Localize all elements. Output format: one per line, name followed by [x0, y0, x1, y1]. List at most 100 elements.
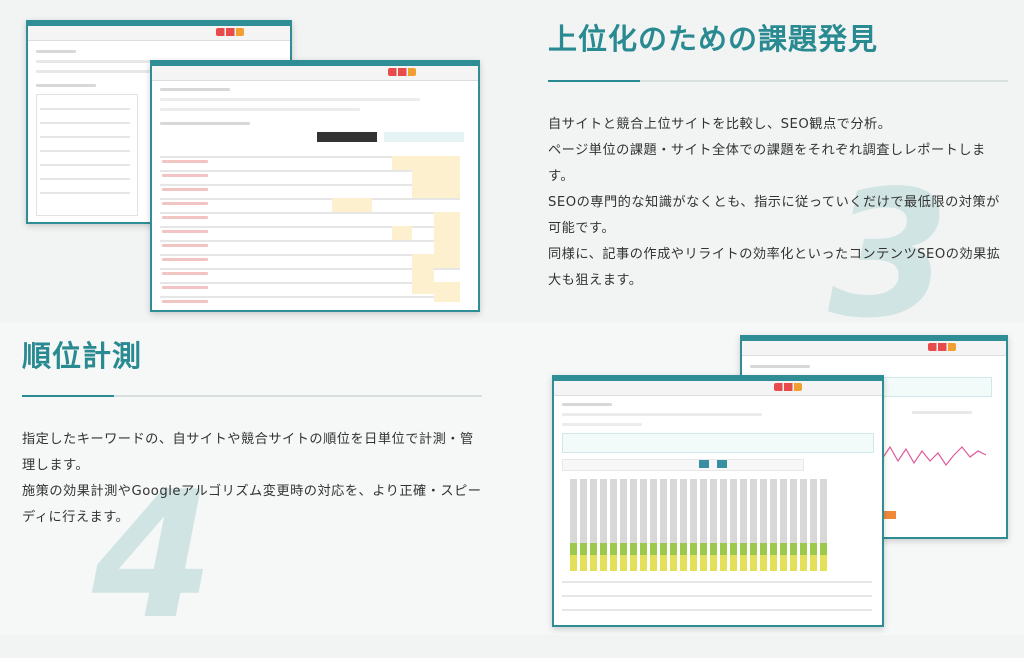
table-row	[160, 240, 460, 242]
section-3-description: 自サイトと競合上位サイトを比較し、SEO観点で分析。 ページ単位の課題・サイト全…	[548, 112, 1006, 294]
chart-bar	[620, 479, 627, 543]
section-3-paragraph: ページ単位の課題・サイト全体での課題をそれぞれ調査しレポートします。	[548, 143, 986, 184]
section-3-paragraph: 同様に、記事の作成やリライトの効率化といったコンテンツSEOの効果拡大も狙えます…	[548, 247, 1001, 288]
chart-bar	[820, 555, 827, 571]
chart-bar	[720, 479, 727, 543]
chart-bar	[690, 479, 697, 543]
chart-bar	[720, 543, 727, 555]
chart-bar	[780, 555, 787, 571]
chart-bar	[700, 543, 707, 555]
chart-bar	[660, 543, 667, 555]
chart-bar	[770, 543, 777, 555]
chart-bar	[730, 555, 737, 571]
section-3-paragraph: 自サイトと競合上位サイトを比較し、SEO観点で分析。	[548, 117, 892, 132]
chart-bar	[660, 555, 667, 571]
chart-bar	[780, 479, 787, 543]
chart-bar	[780, 543, 787, 555]
table-cell	[162, 174, 208, 177]
chart-bar	[730, 479, 737, 543]
chart-bar	[710, 543, 717, 555]
chart-bar	[580, 479, 587, 543]
chart-bar	[760, 543, 767, 555]
table-cell	[162, 230, 208, 233]
section-4-heading: 順位計測	[22, 339, 143, 373]
table-row	[160, 226, 460, 228]
table-cell	[162, 160, 208, 163]
table-row	[160, 296, 460, 298]
section-3-paragraph: SEOの専門的な知識がなくとも、指示に従っていくだけで最低限の対策が可能です。	[548, 195, 1000, 236]
section-3-divider	[548, 80, 1008, 82]
chart-bar	[810, 479, 817, 543]
chart-bar	[750, 479, 757, 543]
table-cell	[162, 202, 208, 205]
chart-bar	[650, 479, 657, 543]
chart-bar	[760, 479, 767, 543]
chart-bar	[820, 543, 827, 555]
table-cell	[162, 216, 208, 219]
chart-bar	[790, 555, 797, 571]
chart-bar	[710, 555, 717, 571]
chart-bar	[610, 479, 617, 543]
chart-bar	[760, 555, 767, 571]
chart-bar	[680, 555, 687, 571]
rank-distribution-chart	[570, 479, 830, 571]
chart-bar	[610, 543, 617, 555]
section-issue-discovery: 3 上位化のための課題発見 自サイトと競合上位サイトを比較し、SEO観点で分析。…	[0, 0, 1024, 343]
chart-bar	[600, 555, 607, 571]
table-cell	[162, 286, 208, 289]
chart-bar	[650, 543, 657, 555]
chart-bar	[720, 555, 727, 571]
chart-bar	[740, 555, 747, 571]
chart-bar	[570, 479, 577, 543]
section-4-divider	[22, 395, 482, 397]
rank-line-chart	[881, 445, 987, 467]
section-4-description: 指定したキーワードの、自サイトや競合サイトの順位を日単位で計測・管理します。 施…	[22, 427, 482, 531]
chart-bar	[590, 555, 597, 571]
chart-bar	[670, 479, 677, 543]
screenshot-analysis-report-front	[150, 60, 480, 312]
chart-bar	[600, 543, 607, 555]
chart-bar	[640, 479, 647, 543]
chart-bar	[730, 543, 737, 555]
chart-bar	[660, 479, 667, 543]
chart-bar	[820, 479, 827, 543]
chart-bar	[750, 543, 757, 555]
chart-bar	[810, 555, 817, 571]
chart-bar	[670, 543, 677, 555]
section-rank-tracking: 4 順位計測 指定したキーワードの、自サイトや競合サイトの順位を日単位で計測・管…	[0, 323, 1024, 644]
chart-bar	[590, 543, 597, 555]
chart-bar	[710, 479, 717, 543]
chart-bar	[680, 543, 687, 555]
table-row	[160, 198, 460, 200]
chart-bar	[580, 555, 587, 571]
chart-bar	[690, 543, 697, 555]
chart-bar	[790, 543, 797, 555]
chart-bar	[770, 555, 777, 571]
chart-bar	[620, 543, 627, 555]
chart-bar	[640, 543, 647, 555]
chart-bar	[620, 555, 627, 571]
section-4-paragraph: 施策の効果計測やGoogleアルゴリズム変更時の対応を、より正確・スピーディに行…	[22, 484, 482, 525]
chart-bar	[610, 555, 617, 571]
chart-bar	[630, 543, 637, 555]
chart-bar	[570, 555, 577, 571]
table-cell	[162, 244, 208, 247]
screenshot-rank-chart-front	[552, 375, 884, 627]
chart-bar	[800, 479, 807, 543]
chart-bar	[790, 479, 797, 543]
chart-bar	[600, 479, 607, 543]
chart-bar	[650, 555, 657, 571]
chart-bar	[770, 479, 777, 543]
chart-bar	[630, 479, 637, 543]
section-4-paragraph: 指定したキーワードの、自サイトや競合サイトの順位を日単位で計測・管理します。	[22, 432, 474, 473]
chart-bar	[580, 543, 587, 555]
chart-bar	[630, 555, 637, 571]
table-cell	[162, 258, 208, 261]
chart-bar	[590, 479, 597, 543]
chart-bar	[700, 479, 707, 543]
table-cell	[162, 272, 208, 275]
table-cell	[162, 188, 208, 191]
chart-bar	[800, 543, 807, 555]
chart-bar	[810, 543, 817, 555]
chart-bar	[570, 543, 577, 555]
